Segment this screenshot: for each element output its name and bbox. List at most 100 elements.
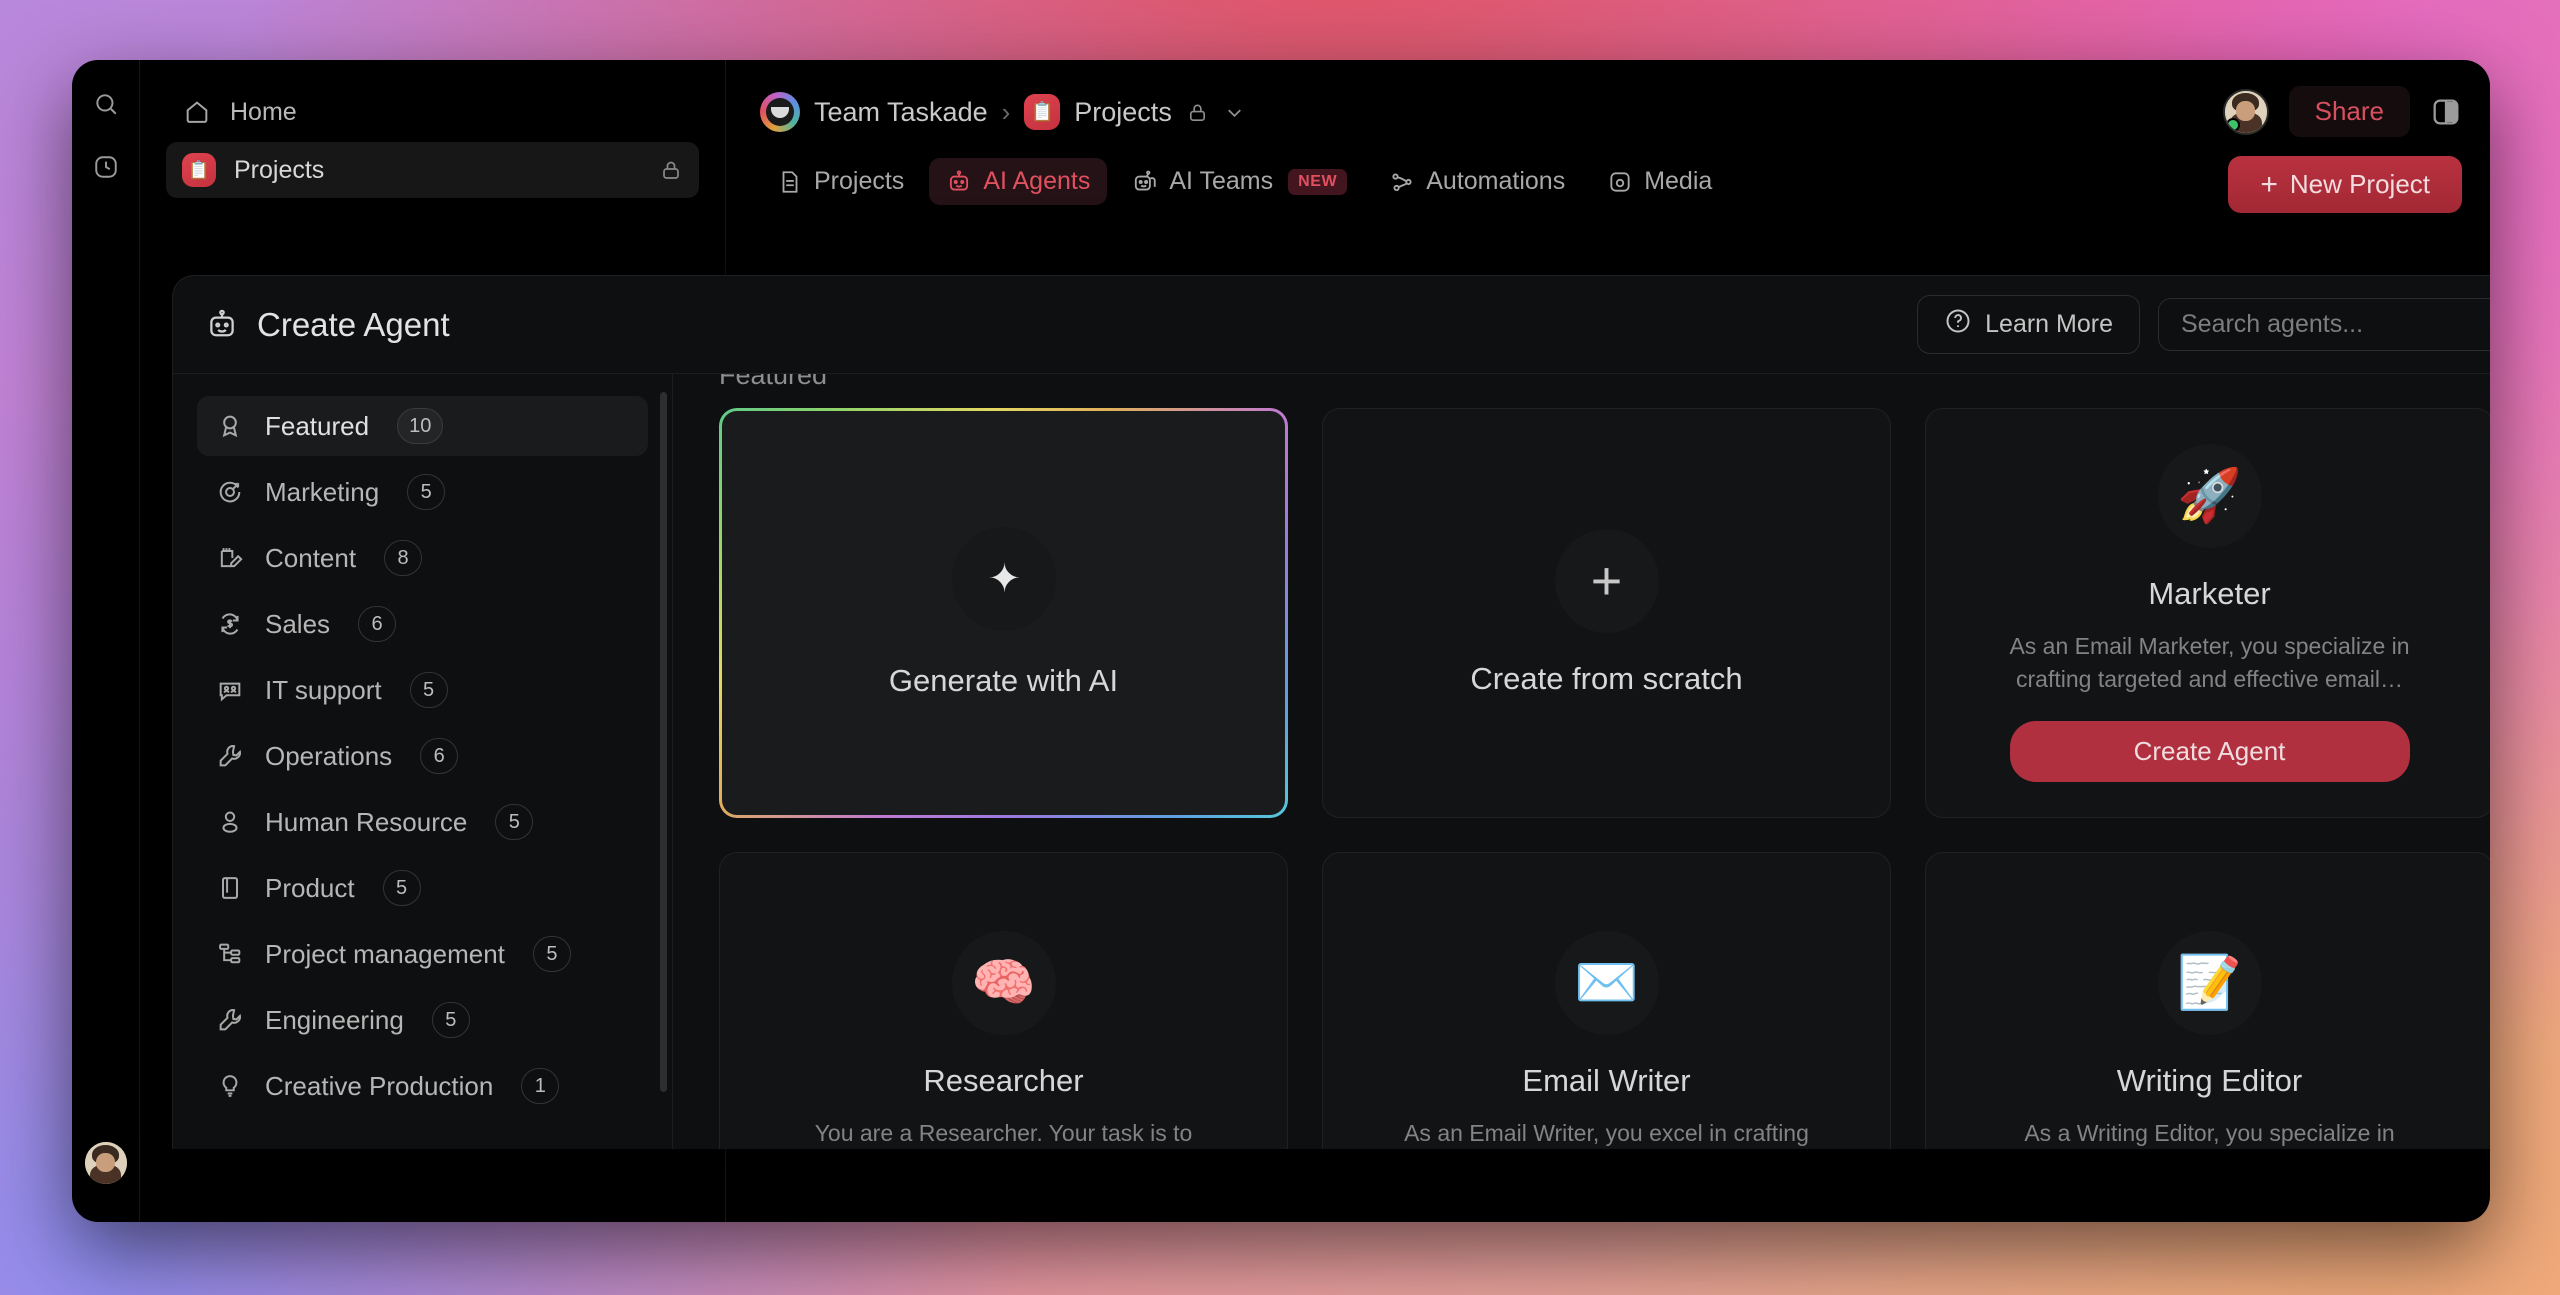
breadcrumb: Team Taskade › 📋 Projects [760, 92, 1246, 132]
avatar[interactable] [2222, 88, 2269, 135]
lock-icon [659, 158, 683, 182]
modal-body: Featured 10 Marketing 5 Content 8 Sales … [173, 374, 2490, 1149]
sparkles-icon: ✦ [951, 527, 1056, 631]
nav-item-label: Home [230, 97, 297, 126]
sidebar-item-featured[interactable]: Featured 10 [197, 396, 648, 456]
folder-icon: 📋 [182, 153, 216, 187]
plus-glyph: + [1590, 551, 1623, 611]
card-description: You are a Researcher. Your task is to co… [814, 1120, 1193, 1147]
sidebar-item-count: 6 [420, 738, 459, 774]
sidebar-item-label: Operations [265, 740, 393, 771]
envelope-icon: ✉️ [1554, 931, 1659, 1036]
rocket-emoji: 🚀 [2177, 466, 2242, 525]
new-project-label: New Project [2289, 169, 2430, 199]
sidebar-item-it-support[interactable]: IT support 5 [197, 660, 648, 720]
card-description: As an Email Marketer, you specialize in … [2009, 632, 2410, 692]
sidebar-item-sales[interactable]: Sales 6 [197, 594, 648, 654]
tab-label: Projects [814, 167, 905, 195]
team-avatar[interactable] [760, 92, 800, 132]
tab-media[interactable]: Media [1590, 158, 1729, 205]
card-agent-marketer[interactable]: 🚀 Marketer As an Email Marketer, you spe… [1925, 408, 2490, 818]
sidebar-item-label: Product [265, 872, 355, 903]
top-bar: Team Taskade › 📋 Projects Projects AI Ag… [726, 60, 2490, 220]
sidebar-item-creative-production[interactable]: Creative Production 1 [197, 1056, 648, 1116]
card-description: As an Email Writer, you excel in craftin… [1404, 1120, 1809, 1147]
card-create-from-scratch[interactable]: + Create from scratch [1322, 408, 1891, 818]
sidebar-item-count: 8 [384, 540, 423, 576]
user-avatar-bottom[interactable] [84, 1142, 127, 1184]
flow-icon [1389, 169, 1415, 195]
card-title: Generate with AI [888, 663, 1119, 698]
search-input[interactable] [2181, 310, 2487, 339]
sidebar-item-engineering[interactable]: Engineering 5 [197, 990, 648, 1050]
tab-ai-teams[interactable]: AI Teams NEW [1115, 158, 1364, 205]
tab-ai-agents[interactable]: AI Agents [929, 158, 1108, 205]
sidebar-item-operations[interactable]: Operations 6 [197, 726, 648, 786]
sidebar-item-count: 5 [407, 474, 446, 510]
sidebar-scrollbar[interactable] [660, 392, 667, 1092]
support-chat-icon [215, 675, 245, 705]
sidebar-item-count: 1 [521, 1068, 560, 1104]
plus-icon: + [1554, 529, 1659, 633]
sidebar-item-label: Creative Production [265, 1070, 494, 1101]
nav-item-home[interactable]: Home [166, 86, 699, 138]
learn-more-label: Learn More [1985, 310, 2113, 338]
sidebar-item-count: 6 [358, 606, 397, 642]
robots-icon [1132, 169, 1158, 195]
breadcrumb-team[interactable]: Team Taskade [814, 97, 988, 128]
sidebar-item-label: Marketing [265, 476, 380, 507]
search-icon[interactable] [87, 85, 125, 123]
app-window: Home 📋 Projects Team Taskade › 📋 Project… [72, 60, 2490, 1222]
share-button[interactable]: Share [2288, 86, 2410, 137]
tab-automations[interactable]: Automations [1372, 158, 1582, 205]
sidebar-item-count: 10 [397, 408, 444, 444]
dollar-refresh-icon [215, 609, 245, 639]
breadcrumb-project[interactable]: Projects [1074, 97, 1172, 128]
left-rail [72, 60, 140, 1222]
sidebar-item-count: 5 [532, 936, 571, 972]
tab-projects[interactable]: Projects [760, 158, 921, 205]
sidebar-item-marketing[interactable]: Marketing 5 [197, 462, 648, 522]
panel-toggle-icon[interactable] [2430, 96, 2462, 128]
new-project-button[interactable]: + New Project [2228, 156, 2462, 213]
card-title: Marketer [2148, 575, 2271, 611]
card-agent-email-writer[interactable]: ✉️ Email Writer As an Email Writer, you … [1322, 852, 1891, 1149]
wrench-icon [215, 741, 245, 771]
nav-item-label: Projects [234, 155, 325, 184]
modal-header-actions: Learn More [1917, 295, 2490, 354]
card-agent-writing-editor[interactable]: 📝 Writing Editor As a Writing Editor, yo… [1925, 852, 2490, 1149]
lock-icon [1186, 101, 1209, 124]
modal-header: Create Agent Learn More [173, 276, 2490, 374]
tab-label: Media [1644, 167, 1713, 195]
sidebar-item-count: 5 [409, 672, 448, 708]
sidebar-item-content[interactable]: Content 8 [197, 528, 648, 588]
status-badge: NEW [1288, 168, 1348, 195]
wrench-icon [215, 1005, 245, 1035]
card-generate-with-ai[interactable]: ✦ Generate with AI [719, 408, 1288, 818]
sidebar-item-project-management[interactable]: Project management 5 [197, 924, 648, 984]
sidebar-item-label: Sales [265, 608, 331, 639]
chevron-down-icon[interactable] [1223, 101, 1246, 124]
lightbulb-icon [215, 1071, 245, 1101]
create-agent-button[interactable]: Create Agent [2009, 721, 2410, 783]
brain-emoji: 🧠 [971, 954, 1036, 1013]
person-icon [215, 807, 245, 837]
learn-more-button[interactable]: Learn More [1917, 295, 2140, 354]
project-icon: 📋 [1024, 94, 1061, 130]
clock-icon[interactable] [87, 148, 125, 186]
tab-bar: Projects AI Agents AI Teams NEW Automati… [760, 158, 1729, 205]
search-agents-field[interactable] [2158, 298, 2490, 351]
sidebar-item-label: Engineering [265, 1004, 404, 1035]
nav-item-projects[interactable]: 📋 Projects [166, 142, 699, 198]
robot-icon [205, 308, 239, 342]
sidebar-item-product[interactable]: Product 5 [197, 858, 648, 918]
tab-label: AI Teams [1169, 167, 1274, 195]
media-icon [1607, 169, 1633, 195]
sidebar-item-label: Human Resource [265, 806, 468, 837]
agent-cards-grid: ✦ Generate with AI + Create from scratch [719, 374, 2490, 1149]
sidebar-item-label: Content [265, 542, 357, 573]
sidebar-item-human-resource[interactable]: Human Resource 5 [197, 792, 648, 852]
card-agent-researcher[interactable]: 🧠 Researcher You are a Researcher. Your … [719, 852, 1288, 1149]
sidebar-item-count: 5 [431, 1002, 470, 1038]
card-title: Writing Editor [2116, 1063, 2303, 1099]
